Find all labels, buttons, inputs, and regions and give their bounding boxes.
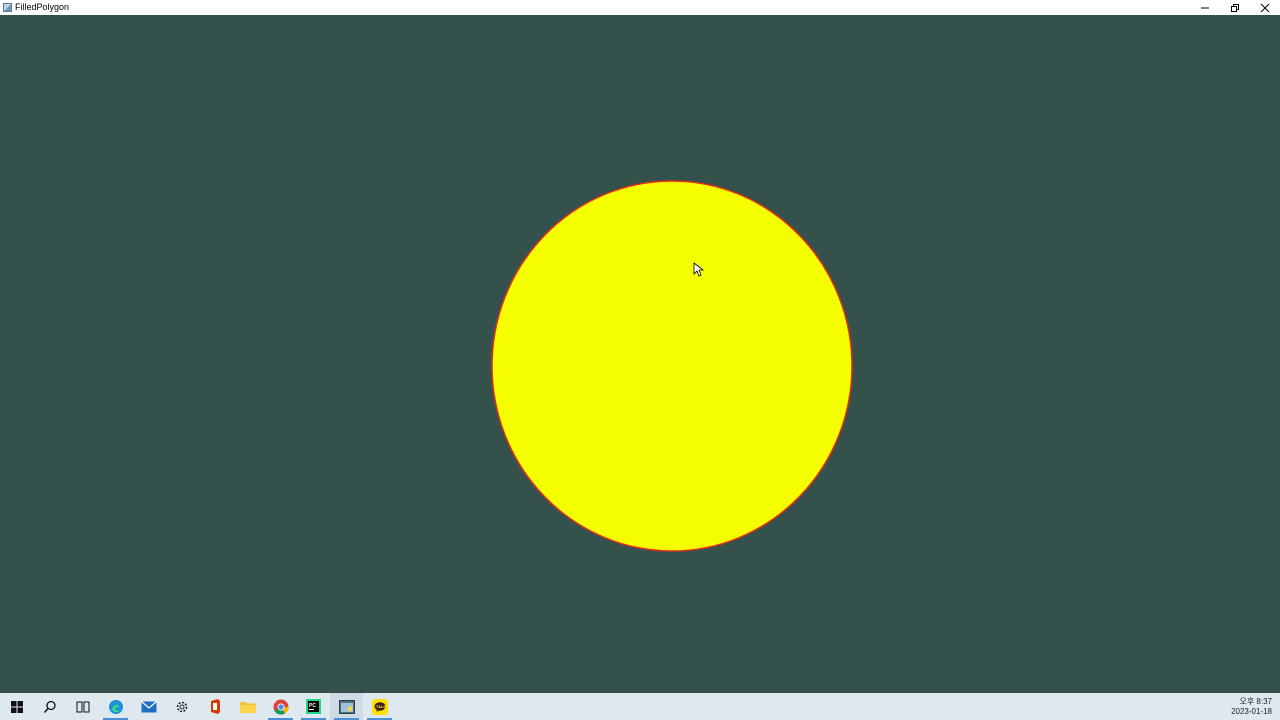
taskbar: PC TALK (0, 693, 1280, 720)
render-canvas[interactable] (0, 15, 1280, 693)
canvas-svg (491, 180, 853, 552)
window-title: FilledPolygon (15, 2, 70, 12)
taskbar-pycharm[interactable]: PC (297, 693, 330, 720)
minimize-button[interactable] (1190, 0, 1220, 15)
task-view-icon (76, 701, 89, 712)
taskbar-mail[interactable] (132, 693, 165, 720)
taskbar-kakaotalk[interactable]: TALK (363, 693, 396, 720)
edge-browser-icon (108, 699, 123, 714)
close-button[interactable] (1250, 0, 1280, 15)
mail-icon (140, 700, 157, 712)
window-controls (1190, 0, 1280, 15)
windows-start-icon (10, 700, 23, 713)
title-bar[interactable]: FilledPolygon (0, 0, 1280, 15)
minimize-icon (1201, 7, 1209, 8)
taskbar-file-explorer[interactable] (231, 693, 264, 720)
app-window-icon (3, 3, 12, 12)
kakaotalk-icon: TALK (371, 698, 388, 715)
file-explorer-icon (239, 702, 256, 713)
office-icon (210, 699, 220, 714)
chrome-icon (273, 699, 289, 715)
restore-button[interactable] (1220, 0, 1250, 15)
taskbar-chrome[interactable] (264, 693, 297, 720)
search-icon (43, 700, 56, 713)
taskbar-start[interactable] (0, 693, 33, 720)
taskbar-search[interactable] (33, 693, 66, 720)
pycharm-icon: PC (306, 699, 321, 714)
python-app-icon (338, 699, 355, 714)
taskbar-task-view[interactable] (66, 693, 99, 720)
system-clock[interactable]: 오후 8:37 2023-01-18 (1231, 693, 1272, 720)
taskbar-office[interactable] (198, 693, 231, 720)
close-icon (1260, 3, 1270, 12)
filled-polygon-circle (491, 180, 853, 552)
taskbar-settings[interactable] (165, 693, 198, 720)
app-window: FilledPolygon (0, 0, 1280, 693)
settings-gear-icon (176, 701, 187, 712)
clock-time: 오후 8:37 (1239, 696, 1272, 706)
svg-text:TALK: TALK (376, 704, 386, 709)
taskbar-python-app[interactable] (330, 693, 363, 720)
svg-text:PC: PC (309, 703, 316, 709)
clock-date: 2023-01-18 (1231, 706, 1272, 716)
taskbar-edge[interactable] (99, 693, 132, 720)
restore-icon (1231, 3, 1239, 12)
